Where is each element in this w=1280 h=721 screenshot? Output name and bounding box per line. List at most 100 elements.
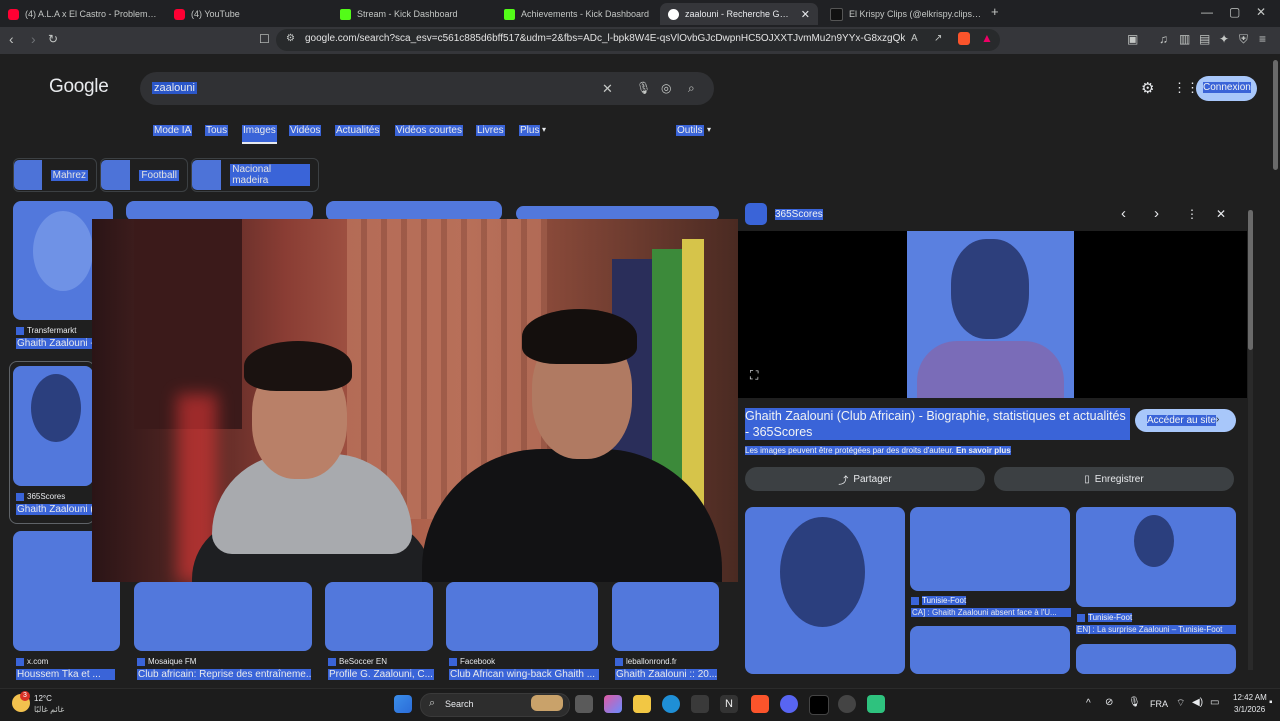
notion-icon[interactable]: N: [720, 695, 738, 713]
save-button[interactable]: ▯ Enregistrer: [994, 467, 1234, 491]
image-result[interactable]: [446, 582, 598, 651]
start-icon[interactable]: [394, 695, 412, 713]
share-icon[interactable]: ↗: [934, 33, 942, 44]
new-tab-icon[interactable]: +: [991, 4, 999, 19]
chip-football[interactable]: Football: [100, 158, 188, 192]
copilot-icon[interactable]: [604, 695, 622, 713]
related-image[interactable]: [910, 626, 1070, 674]
related-image[interactable]: [910, 507, 1070, 591]
tab-google-search[interactable]: zaalouni - Recherche Google ✕: [660, 3, 818, 25]
result-title[interactable]: Club africain: Reprise des entraîneme...: [137, 669, 311, 680]
previous-icon[interactable]: ‹: [1121, 205, 1126, 222]
clear-search-icon[interactable]: ✕: [602, 81, 613, 97]
tab-mode-ia[interactable]: Mode IA: [153, 125, 193, 136]
back-icon[interactable]: ‹: [9, 31, 14, 47]
preview-source[interactable]: 365Scores: [775, 209, 823, 220]
sidebar-icon[interactable]: ▣: [1127, 32, 1138, 46]
page-scrollbar[interactable]: [1271, 56, 1280, 688]
tab-actualites[interactable]: Actualités: [335, 125, 381, 136]
site-info-icon[interactable]: ⚙: [286, 33, 295, 44]
maximize-icon[interactable]: ▢: [1229, 5, 1240, 19]
next-icon[interactable]: ›: [1154, 205, 1159, 222]
menu-icon[interactable]: ≡: [1259, 32, 1266, 46]
tab-kick-achievements[interactable]: Achievements - Kick Dashboard: [496, 3, 656, 25]
edge-icon[interactable]: [662, 695, 680, 713]
reload-icon[interactable]: ↻: [48, 32, 58, 46]
related-title[interactable]: EN] : La surprise Zaalouni – Tunisie-Foo…: [1076, 625, 1236, 634]
panel-scrollbar[interactable]: [1248, 210, 1253, 670]
kick-app-icon[interactable]: [867, 695, 885, 713]
chip-mahrez[interactable]: Mahrez: [13, 158, 97, 192]
result-title[interactable]: Club African wing-back Ghaith ...: [449, 669, 599, 680]
file-explorer-icon[interactable]: [633, 695, 651, 713]
brave-shield-icon[interactable]: [958, 32, 970, 45]
image-result[interactable]: [126, 201, 313, 221]
obs-icon[interactable]: [838, 695, 856, 713]
settings-gear-icon[interactable]: ⚙: [1141, 79, 1154, 97]
url-text[interactable]: google.com/search?sca_esv=c561c885d6bff5…: [305, 33, 905, 44]
brave-rewards-icon[interactable]: ▲: [981, 31, 993, 45]
tab-images[interactable]: Images: [242, 125, 277, 144]
wallet-icon[interactable]: ▤: [1199, 32, 1210, 46]
page-scroll-thumb[interactable]: [1273, 60, 1278, 170]
preview-image[interactable]: [907, 231, 1074, 398]
clock-date[interactable]: 3/1/2026: [1234, 705, 1265, 714]
image-result[interactable]: [326, 201, 502, 221]
related-image[interactable]: [1076, 507, 1236, 607]
language-indicator[interactable]: FRA: [1150, 699, 1168, 709]
notifications-icon[interactable]: ▪: [1269, 697, 1273, 708]
tab-youtube[interactable]: (4) YouTube: [166, 3, 326, 25]
translate-icon[interactable]: A: [911, 33, 918, 44]
volume-icon[interactable]: ◀): [1192, 697, 1203, 708]
brave-icon[interactable]: [751, 695, 769, 713]
learn-more-link[interactable]: En savoir plus: [956, 446, 1011, 455]
tools-button[interactable]: Outils: [676, 125, 704, 136]
media-icon[interactable]: ♫: [1159, 32, 1168, 46]
tab-livres[interactable]: Livres: [476, 125, 505, 136]
lens-search-icon[interactable]: ⛶: [750, 368, 758, 383]
task-view-icon[interactable]: [575, 695, 593, 713]
tab-videos-courtes[interactable]: Vidéos courtes: [395, 125, 463, 136]
close-window-icon[interactable]: ✕: [1256, 5, 1266, 19]
lens-icon[interactable]: ◎: [661, 81, 671, 95]
search-box[interactable]: [140, 72, 714, 105]
share-button[interactable]: ⤴ Partager: [745, 467, 985, 491]
tab-videos[interactable]: Vidéos: [289, 125, 322, 136]
reader-icon[interactable]: ▥: [1179, 32, 1190, 46]
result-title[interactable]: Ghaith Zaalouni -: [16, 338, 94, 349]
minimize-icon[interactable]: —: [1201, 5, 1213, 19]
image-result[interactable]: [612, 582, 719, 651]
store-icon[interactable]: [691, 695, 709, 713]
microphone-icon[interactable]: 🎙: [636, 81, 651, 95]
chip-nacional-madeira[interactable]: Nacional madeira: [191, 158, 319, 192]
wifi-icon[interactable]: ⌔: [1176, 697, 1185, 710]
search-input[interactable]: zaalouni: [152, 82, 197, 94]
battery-icon[interactable]: ▭: [1210, 697, 1219, 708]
tab-tiktok[interactable]: El Krispy Clips (@elkrispy.clips) | TikT…: [822, 3, 982, 25]
microphone-tray-icon[interactable]: 🎙: [1128, 697, 1141, 708]
google-logo[interactable]: Google: [49, 76, 109, 98]
search-icon[interactable]: ⌕: [688, 81, 695, 96]
result-title[interactable]: Profile G. Zaalouni, C...: [328, 669, 434, 680]
bookmark-icon[interactable]: ☐: [259, 32, 270, 46]
related-image[interactable]: [1076, 644, 1236, 674]
more-options-icon[interactable]: ⋮: [1186, 207, 1198, 221]
clock-time[interactable]: 12:42 AM: [1233, 693, 1267, 702]
tray-chevron-icon[interactable]: ^: [1086, 698, 1091, 709]
related-image[interactable]: [745, 507, 905, 674]
related-title[interactable]: CA] : Ghaith Zaalouni absent face à l'U.…: [911, 608, 1071, 617]
tab-tous[interactable]: Tous: [205, 125, 229, 136]
preview-title[interactable]: Ghaith Zaalouni (Club Africain) - Biogra…: [745, 408, 1130, 440]
extensions-icon[interactable]: ✦: [1219, 32, 1229, 46]
close-preview-icon[interactable]: ✕: [1216, 207, 1226, 221]
tab-kick-stream[interactable]: Stream - Kick Dashboard: [332, 3, 492, 25]
tab-ala-problems[interactable]: (4) A.L.A x El Castro - Problems - You: [0, 3, 160, 25]
capcut-icon[interactable]: [809, 695, 829, 715]
camera-off-icon[interactable]: ⊘: [1105, 697, 1113, 708]
panel-scroll-thumb[interactable]: [1248, 210, 1253, 350]
forward-icon[interactable]: ›: [31, 31, 36, 47]
result-title[interactable]: Ghaith Zaalouni (C: [16, 504, 94, 515]
image-result[interactable]: [13, 366, 93, 486]
discord-icon[interactable]: [780, 695, 798, 713]
result-title[interactable]: Houssem Tka et ...: [16, 669, 115, 680]
